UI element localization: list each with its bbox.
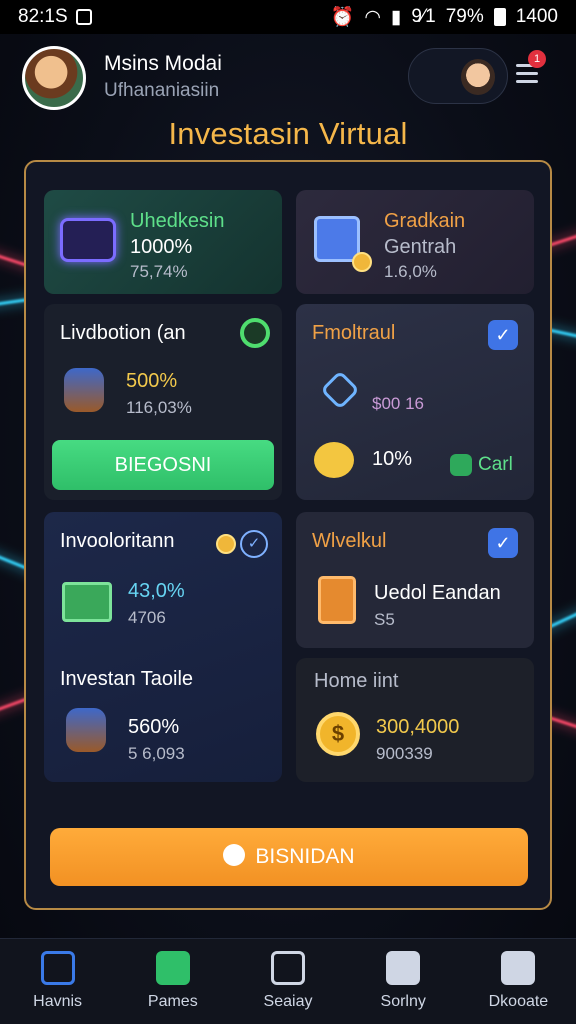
clipboard-icon: [318, 576, 356, 624]
card-title: Fmoltraul: [312, 322, 396, 344]
notification-badge: 1: [528, 50, 546, 68]
bisnidan-button[interactable]: BISNIDAN: [50, 828, 528, 886]
check-circle-icon: ✓: [240, 530, 268, 558]
card-title-2: Investan Taoile: [60, 668, 194, 690]
card-invooloritann[interactable]: Invooloritann ✓ 43,0% 4706 Investan Taoi…: [44, 512, 282, 782]
card-value: 500%: [126, 370, 178, 392]
card-line2: Gentrah: [384, 236, 457, 258]
card-livdbotion[interactable]: Livdbotion (an 500% 116,03% BIEGOSNI: [44, 304, 282, 500]
card-title: Wlvelkul: [312, 530, 387, 552]
envelope-icon: [62, 582, 112, 622]
card-title: Uhedkesin: [130, 210, 225, 232]
card-sub: 900339: [376, 744, 433, 763]
card-line2: S5: [374, 610, 395, 629]
card-wlvelkul[interactable]: Wlvelkul ✓ Uedol Eandan S5: [296, 512, 534, 648]
card-value: 300,4000: [376, 716, 460, 738]
card-sub: 1.6,0%: [384, 262, 437, 281]
nav-item-seaiay[interactable]: Seaiay: [230, 939, 345, 1024]
card-value-mid: $00 16: [372, 394, 424, 413]
coin-icon: [216, 534, 236, 554]
diamond-icon: [320, 370, 360, 410]
cash-icon: [450, 454, 472, 476]
card-title: Invooloritann: [60, 530, 175, 552]
nav-label: Dkooate: [488, 993, 549, 1010]
card-title: Home iint: [314, 670, 399, 692]
status-clock: 1400: [515, 6, 558, 27]
nav-item-pames[interactable]: Pames: [115, 939, 230, 1024]
card-uhedkesin[interactable]: Uhedkesin 1000% 75,74%: [44, 190, 282, 294]
card-gradkain[interactable]: Gradkain Gentrah 1.6,0%: [296, 190, 534, 294]
nav-item-sorlny[interactable]: Sorlny: [346, 939, 461, 1024]
status-time: 82:1S: [18, 6, 68, 27]
menu-button[interactable]: 1: [514, 50, 546, 90]
card-value: 43,0%: [128, 580, 185, 602]
card-sub: 75,74%: [130, 262, 188, 281]
worker-icon: [66, 708, 106, 752]
card-value-2: 560%: [128, 716, 180, 738]
user-face-icon: [461, 59, 495, 95]
nav-item-dkooate[interactable]: Dkooate: [461, 939, 576, 1024]
green-button-label: BIEGOSNI: [114, 454, 212, 476]
game-icon: [155, 951, 190, 985]
signal-icon: ▮: [390, 6, 402, 28]
cash-label: Carl: [478, 454, 513, 475]
lightbulb-icon: [314, 442, 354, 478]
card-sub: 4706: [128, 608, 166, 627]
wifi-icon: ◠: [364, 6, 381, 28]
home-icon: [40, 951, 75, 985]
button-icon: [223, 844, 246, 867]
card-home-iint[interactable]: Home iint $ 300,4000 900339: [296, 658, 534, 782]
status-signal: 9⁄1: [411, 6, 436, 27]
magnifier-icon: [240, 318, 270, 348]
nav-label: Pames: [147, 993, 198, 1010]
card-sub: 116,03%: [126, 398, 192, 417]
profile-pill[interactable]: [408, 48, 508, 104]
nav-item-havnis[interactable]: Havnis: [0, 939, 115, 1024]
cash-button[interactable]: Carl: [450, 450, 513, 480]
alarm-icon: ⏰: [330, 7, 355, 28]
status-battery: 79%: [445, 6, 484, 27]
card-line1: Uedol Eandan: [374, 582, 501, 604]
character-icon: [64, 368, 104, 412]
bottom-nav: Havnis Pames Seaiay Sorlny Dkooate: [0, 938, 576, 1024]
card-title: Livdbotion (an: [60, 322, 186, 344]
user-subtitle: Ufhananiasiin: [104, 80, 220, 101]
card-value: 1000%: [130, 236, 193, 258]
monitor-icon: [60, 218, 116, 262]
check-badge-icon: ✓: [488, 320, 518, 350]
check-badge-icon: ✓: [488, 528, 518, 558]
header: Msins Modai Ufhananiasiin 1: [22, 44, 554, 114]
status-bar: 82:1S ⏰ ◠ ▮ 9⁄1 79% 1400: [0, 0, 576, 34]
chat-icon: [386, 951, 421, 985]
nav-label: Havnis: [33, 993, 83, 1010]
battery-icon: [493, 8, 506, 26]
bisnidan-label: BISNIDAN: [255, 845, 355, 868]
computer-icon: [271, 951, 305, 985]
screen-record-icon: [75, 9, 92, 25]
user-name: Msins Modai: [104, 52, 222, 75]
dollar-coin-icon: $: [316, 712, 360, 756]
card-title: Gradkain: [384, 210, 466, 232]
card-percent: 10%: [372, 448, 413, 470]
nav-label: Sorlny: [380, 993, 426, 1010]
investment-panel: Uhedkesin 1000% 75,74% Gradkain Gentrah …: [24, 160, 552, 910]
page-title: Investasin Virtual: [168, 116, 408, 151]
avatar[interactable]: [22, 46, 86, 110]
user-icon: [501, 951, 536, 985]
card-sub-2: 5 6,093: [128, 744, 185, 763]
card-fmoltraul[interactable]: Fmoltraul ✓ $00 16 10% Carl: [296, 304, 534, 500]
coin-icon: [352, 252, 372, 272]
nav-label: Seaiay: [263, 993, 313, 1010]
green-action-button[interactable]: BIEGOSNI: [52, 440, 274, 490]
